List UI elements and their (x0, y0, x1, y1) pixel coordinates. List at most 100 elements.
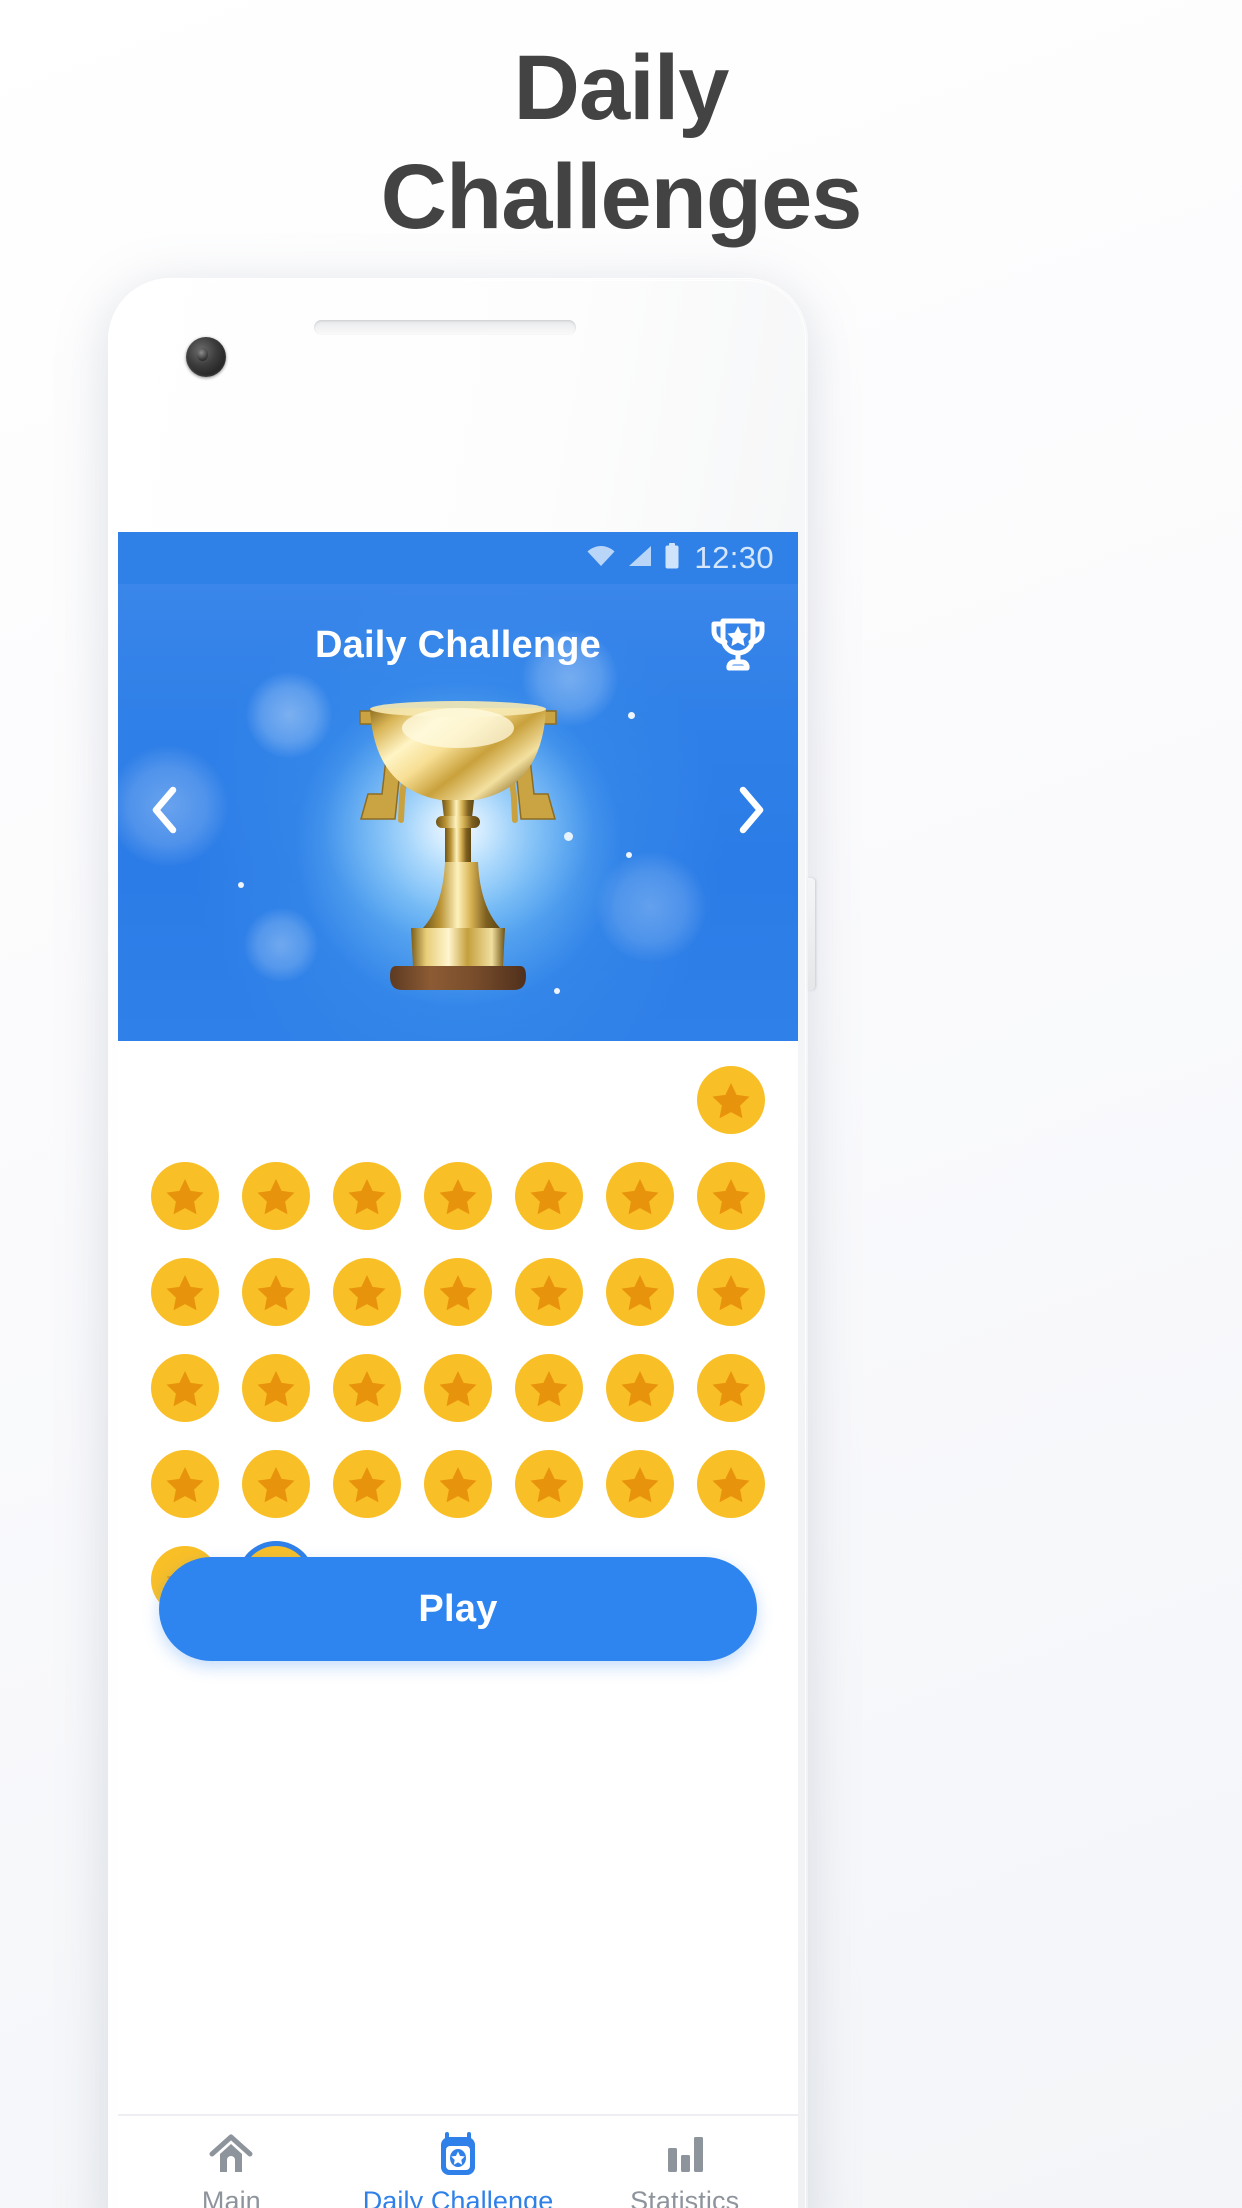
star-badge-icon[interactable] (696, 1066, 765, 1134)
star-cell[interactable] (506, 1249, 592, 1335)
gold-trophy-illustration (298, 676, 618, 1006)
nav-item-statistics[interactable]: Statistics (571, 2116, 798, 2208)
star-badge-icon[interactable] (696, 1258, 765, 1326)
star-icon (712, 1179, 750, 1215)
star-icon (257, 1179, 295, 1215)
star-cell[interactable] (142, 1249, 228, 1335)
star-cell-empty (597, 1057, 683, 1143)
status-bar-clock: 12:30 (694, 540, 774, 575)
star-cell[interactable] (506, 1153, 592, 1239)
phone-mockup: 12:30 Daily Challenge Play Main Daily Ch… (108, 278, 815, 2208)
star-badge-icon[interactable] (696, 1354, 765, 1422)
star-badge-icon[interactable] (605, 1450, 674, 1518)
star-badge-icon[interactable] (423, 1162, 492, 1230)
star-badge-icon[interactable] (514, 1258, 583, 1326)
star-cell[interactable] (233, 1345, 319, 1431)
star-cell[interactable] (597, 1441, 683, 1527)
star-cell[interactable] (415, 1153, 501, 1239)
star-icon (439, 1275, 477, 1311)
star-cell[interactable] (688, 1057, 774, 1143)
star-badge-icon[interactable] (242, 1258, 311, 1326)
star-badge-icon[interactable] (605, 1258, 674, 1326)
star-badge-icon[interactable] (151, 1450, 220, 1518)
star-cell[interactable] (324, 1441, 410, 1527)
star-badge-icon[interactable] (514, 1354, 583, 1422)
star-badge-icon[interactable] (333, 1354, 402, 1422)
star-cell[interactable] (415, 1345, 501, 1431)
star-icon (621, 1371, 659, 1407)
bottom-navigation-bar: Main Daily Challenge Statistics (118, 2114, 798, 2208)
star-cell[interactable] (233, 1249, 319, 1335)
star-badge-icon[interactable] (151, 1162, 220, 1230)
star-badge-icon[interactable] (605, 1162, 674, 1230)
star-icon (530, 1179, 568, 1215)
star-badge-icon[interactable] (151, 1258, 220, 1326)
challenge-progress-section: Play (118, 1041, 798, 1689)
star-cell[interactable] (506, 1441, 592, 1527)
star-cell[interactable] (233, 1153, 319, 1239)
star-cell[interactable] (415, 1249, 501, 1335)
star-cell[interactable] (597, 1153, 683, 1239)
star-cell[interactable] (688, 1441, 774, 1527)
star-cell[interactable] (142, 1441, 228, 1527)
star-cell-empty (415, 1057, 501, 1143)
star-icon (712, 1371, 750, 1407)
star-cell[interactable] (688, 1345, 774, 1431)
status-bar: 12:30 (118, 532, 798, 584)
star-cell[interactable] (597, 1345, 683, 1431)
star-badge-icon[interactable] (423, 1354, 492, 1422)
star-badge-icon[interactable] (423, 1258, 492, 1326)
star-badge-icon[interactable] (333, 1162, 402, 1230)
star-icon (166, 1371, 204, 1407)
star-badge-icon[interactable] (605, 1354, 674, 1422)
star-cell[interactable] (688, 1153, 774, 1239)
star-cell[interactable] (142, 1345, 228, 1431)
star-cell[interactable] (506, 1345, 592, 1431)
nav-item-main[interactable]: Main (118, 2116, 345, 2208)
star-cell-empty (233, 1057, 319, 1143)
star-badge-icon[interactable] (696, 1162, 765, 1230)
star-cell-empty (506, 1057, 592, 1143)
star-cell[interactable] (688, 1249, 774, 1335)
power-button[interactable] (808, 878, 815, 990)
star-badge-icon[interactable] (333, 1258, 402, 1326)
star-badge-icon[interactable] (242, 1354, 311, 1422)
star-cell[interactable] (233, 1441, 319, 1527)
play-button[interactable]: Play (159, 1557, 757, 1661)
star-cell[interactable] (142, 1153, 228, 1239)
star-icon (439, 1179, 477, 1215)
star-cell[interactable] (415, 1441, 501, 1527)
sparkle (628, 712, 635, 719)
star-badge-icon[interactable] (242, 1450, 311, 1518)
trophy-icon[interactable] (704, 612, 772, 674)
sparkle (626, 852, 632, 858)
star-cell[interactable] (324, 1153, 410, 1239)
nav-label-main: Main (201, 2186, 261, 2208)
battery-icon (664, 542, 680, 574)
nav-label-daily-challenge: Daily Challenge (362, 2186, 554, 2208)
carousel-prev-button[interactable] (132, 781, 196, 845)
star-icon (166, 1467, 204, 1503)
star-icon (257, 1467, 295, 1503)
star-badge-icon[interactable] (423, 1450, 492, 1518)
star-badge-icon[interactable] (696, 1450, 765, 1518)
star-badge-icon[interactable] (333, 1450, 402, 1518)
star-icon (530, 1371, 568, 1407)
star-icon (257, 1275, 295, 1311)
star-cell[interactable] (597, 1249, 683, 1335)
star-cell-empty (142, 1057, 228, 1143)
star-grid (140, 1041, 776, 1623)
nav-item-daily-challenge[interactable]: Daily Challenge (345, 2116, 572, 2208)
chevron-right-icon (735, 784, 769, 841)
star-badge-icon[interactable] (514, 1162, 583, 1230)
star-icon (348, 1467, 386, 1503)
star-cell[interactable] (324, 1249, 410, 1335)
star-badge-icon[interactable] (151, 1354, 220, 1422)
nav-label-statistics: Statistics (630, 2186, 740, 2208)
star-badge-icon[interactable] (514, 1450, 583, 1518)
star-badge-icon[interactable] (242, 1162, 311, 1230)
star-cell[interactable] (324, 1345, 410, 1431)
carousel-next-button[interactable] (720, 781, 784, 845)
promo-screenshot: Daily Challenges 12:30 Daily Challenge P… (0, 0, 1242, 2208)
star-icon (621, 1179, 659, 1215)
